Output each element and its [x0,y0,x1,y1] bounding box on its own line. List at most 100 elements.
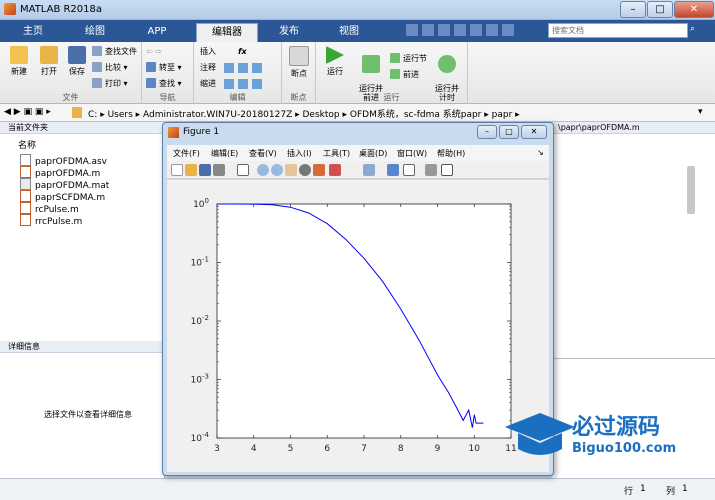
save-figure-icon[interactable] [199,164,211,176]
zoom-out-icon[interactable] [271,164,283,176]
file-item[interactable]: rcPulse.m [20,202,79,215]
crumb-papr[interactable]: papr [492,110,513,120]
menu-tools[interactable]: 工具(T) [323,148,350,159]
menu-desktop[interactable]: 桌面(D) [359,148,387,159]
m-file-icon [20,166,31,178]
menu-help[interactable]: 帮助(H) [437,148,465,159]
edit-group: 插入 fx 注释 缩进 编辑 [194,42,282,104]
nav-buttons[interactable]: ◀ ▶ ▣ ▣ ▸ [4,107,51,117]
y-tick-label: 10-2 [191,314,209,327]
tab-publish[interactable]: 发布 [262,23,316,42]
menu-insert[interactable]: 插入(I) [287,148,312,159]
print-figure-icon[interactable] [213,164,225,176]
run-section-button[interactable]: 运行节 [390,52,427,66]
hide-plot-tools-icon[interactable] [425,164,437,176]
goto-icon [146,62,156,72]
compare-button[interactable]: 比较 ▾ [92,61,128,75]
figure-close-button[interactable]: ✕ [521,125,547,139]
pointer-icon[interactable] [237,164,249,176]
editor-scrollbar[interactable] [687,166,695,214]
y-tick-label: 10-1 [191,256,209,269]
menu-view[interactable]: 查看(V) [249,148,277,159]
help-icon[interactable] [502,24,514,36]
print-button[interactable]: 打印 ▾ [92,77,128,91]
tab-plots[interactable]: 绘图 [70,23,120,42]
file-item[interactable]: paprOFDMA.mat [20,178,109,191]
copy-icon[interactable] [438,24,450,36]
find-files-button[interactable]: 查找文件 [92,45,137,59]
m-file-icon [20,214,31,226]
close-button[interactable]: ✕ [674,1,714,18]
menu-file[interactable]: 文件(F) [173,148,200,159]
zoom-in-icon[interactable] [257,164,269,176]
breadcrumb[interactable]: C: ▸ Users ▸ Administrator.WIN7U-2018012… [88,107,520,120]
crumb-desktop[interactable]: Desktop [303,110,340,120]
rotate-3d-icon[interactable] [299,164,311,176]
figure-maximize-button[interactable]: □ [499,125,519,139]
minimize-button[interactable]: – [620,1,646,18]
back-forward-button[interactable]: ⇦ ⇨ [146,45,162,59]
tab-editor[interactable]: 编辑器 [196,23,258,42]
goto-button[interactable]: 转至 ▾ [146,61,182,75]
smart-indent-icon[interactable] [224,79,234,89]
find-button[interactable]: 查找 ▾ [146,77,182,91]
open-file-icon[interactable] [185,164,197,176]
uncomment-icon[interactable] [252,63,262,73]
percent-icon[interactable] [224,63,234,73]
run-advance-icon [362,55,380,73]
pan-hand-icon[interactable] [285,164,297,176]
open-button[interactable]: 打开 [34,46,64,77]
crumb-users[interactable]: Users [108,110,133,120]
file-item[interactable]: paprOFDMA.asv [20,154,107,167]
search-icon[interactable]: ⌕ [690,24,702,36]
undo-icon[interactable] [470,24,482,36]
comment-button[interactable]: 注释 [200,61,216,75]
file-item[interactable]: paprOFDMA.m [20,166,100,179]
maximize-button[interactable]: □ [647,1,673,18]
figure-minimize-button[interactable]: – [477,125,497,139]
new-button[interactable]: 新建 [4,46,34,77]
menu-edit[interactable]: 编辑(E) [211,148,238,159]
save-quick-icon[interactable] [406,24,418,36]
decrease-indent-icon[interactable] [252,79,262,89]
tab-home[interactable]: 主页 [8,23,58,42]
address-dropdown-icon[interactable]: ▾ [698,107,703,117]
crumb-ofdm[interactable]: OFDM系统，sc-fdma 系统papr [350,110,482,120]
insert-button[interactable]: 插入 [200,45,216,59]
breakpoints-button[interactable]: 断点 [284,46,314,79]
show-plot-tools-icon[interactable] [441,164,453,176]
indent-button[interactable]: 缩进 [200,77,216,91]
redo-icon[interactable] [486,24,498,36]
colorbar-icon[interactable] [387,164,399,176]
tab-apps[interactable]: APP [132,23,182,42]
run-button[interactable]: 运行 [320,46,350,77]
menu-dock-icon[interactable]: ↘ [537,148,544,157]
name-column-header[interactable]: 名称 [18,138,36,151]
editor-panel: \papr\paprOFDMA.m [552,122,715,358]
ribbon-tab-row: 主页 绘图 APP 编辑器 发布 视图 ⌕ [0,20,715,42]
new-figure-icon[interactable] [171,164,183,176]
menu-window[interactable]: 窗口(W) [397,148,427,159]
data-cursor-icon[interactable] [313,164,325,176]
cut-icon[interactable] [422,24,434,36]
search-input[interactable] [548,23,688,38]
insert-label: 插入 [200,47,216,56]
link-plot-icon[interactable] [363,164,375,176]
watermark-url: Biguo100.com [572,441,677,456]
advance-button[interactable]: 前进 [390,68,419,82]
x-tick-label: 8 [398,444,404,454]
fx-button[interactable]: fx [238,45,247,59]
tab-view[interactable]: 视图 [322,23,376,42]
wrap-icon[interactable] [238,63,248,73]
crumb-drive[interactable]: C: [88,110,97,120]
file-item[interactable]: rrcPulse.m [20,214,82,227]
figure-canvas: 3 4 5 6 7 8 9 10 11 100 10-1 10-2 10-3 10-4 [167,180,549,472]
paste-icon[interactable] [454,24,466,36]
y-tick-label: 100 [193,197,209,210]
file-item[interactable]: paprSCFDMA.m [20,190,105,203]
increase-indent-icon[interactable] [238,79,248,89]
brush-icon[interactable] [329,164,341,176]
save-button[interactable]: 保存 [62,46,92,77]
crumb-admin[interactable]: Administrator.WIN7U-20180127Z [143,110,292,120]
legend-icon[interactable] [403,164,415,176]
